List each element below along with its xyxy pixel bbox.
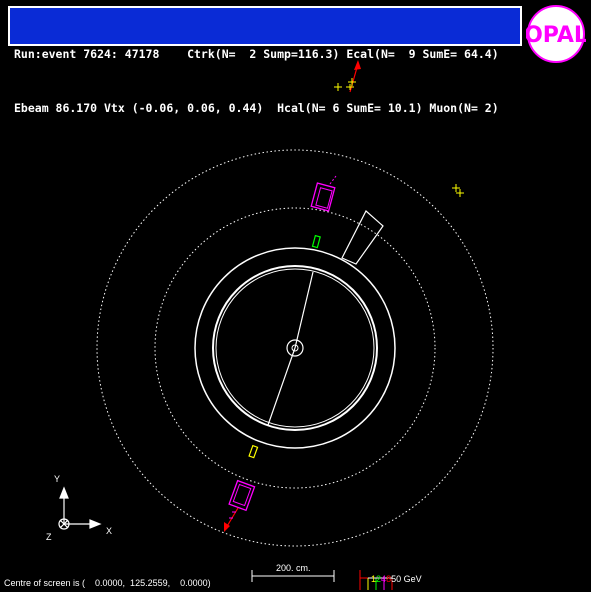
energy-legend: 124850 GeV bbox=[366, 564, 422, 584]
centre-of-screen-status: Centre of screen is ( 0.0000, 125.2559, … bbox=[4, 578, 211, 588]
axis-y-label: Y bbox=[54, 474, 60, 484]
hcal-hit-lower bbox=[248, 444, 259, 459]
opal-logo: OPAL bbox=[526, 5, 586, 63]
axis-z-label: Z bbox=[46, 532, 52, 542]
scale-label: 200. cm. bbox=[276, 563, 311, 573]
ecal-cluster-upper bbox=[310, 175, 337, 212]
hcal-tower-upper bbox=[341, 210, 384, 265]
logo-text: OPAL bbox=[526, 23, 586, 48]
track-down bbox=[267, 347, 296, 426]
muon-hits-right bbox=[452, 184, 464, 197]
ecal-cluster-lower bbox=[228, 479, 256, 512]
axis-x-label: X bbox=[106, 526, 112, 536]
track-up bbox=[294, 271, 314, 349]
axis-indicator bbox=[58, 486, 102, 530]
energy-legend-50: 50 GeV bbox=[391, 574, 422, 584]
event-info-panel: Run:event 7624: 47178 Ctrk(N= 2 Sump=116… bbox=[8, 6, 522, 115]
tof-hit-upper bbox=[311, 234, 321, 249]
event-info-line-2: Ebeam 86.170 Vtx (-0.06, 0.06, 0.44) Hca… bbox=[14, 101, 499, 115]
event-info-line-1: Run:event 7624: 47178 Ctrk(N= 2 Sump=116… bbox=[14, 47, 499, 61]
